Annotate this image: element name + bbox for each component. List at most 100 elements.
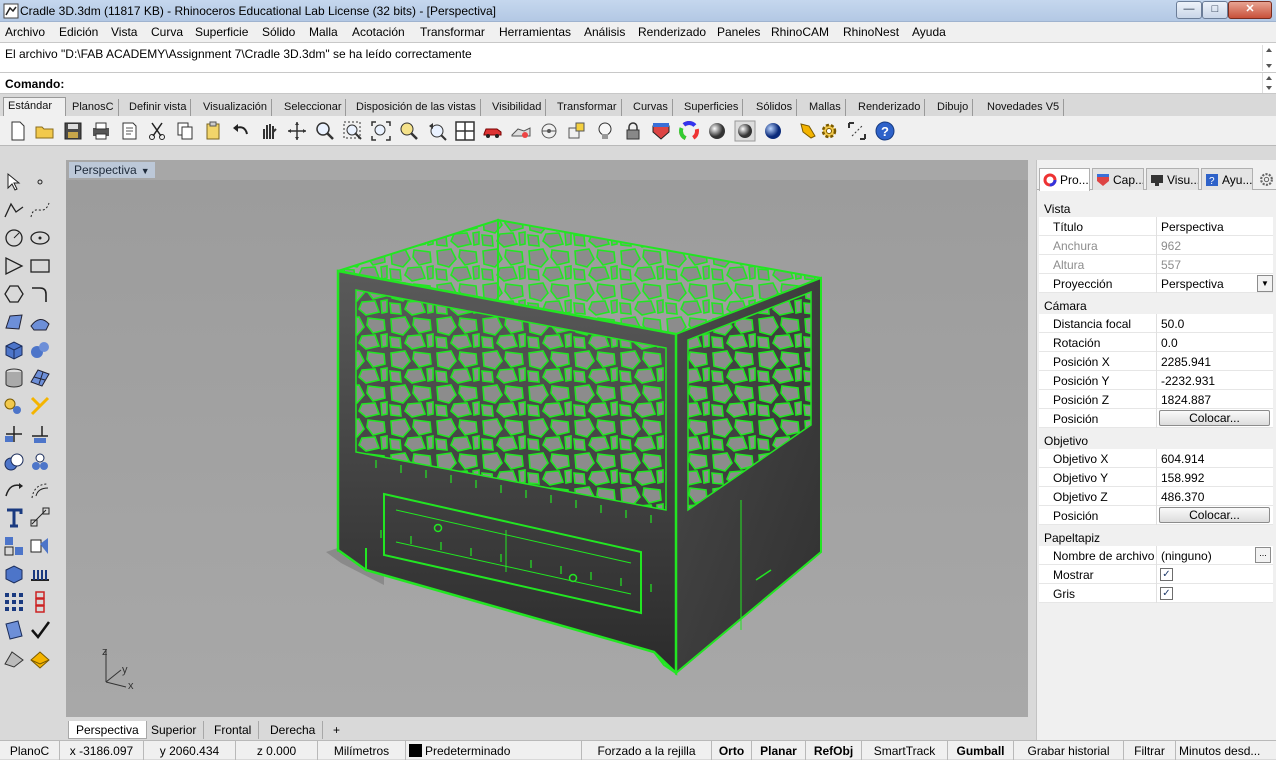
menu-acotacion[interactable]: Acotación	[352, 25, 405, 39]
objy-field[interactable]: 158.992	[1158, 468, 1273, 487]
open-folder-icon[interactable]	[34, 120, 56, 142]
material-sphere-icon[interactable]	[762, 120, 784, 142]
tab-planosc[interactable]: PlanosC	[68, 99, 119, 116]
car-icon[interactable]	[482, 120, 504, 142]
status-osnap[interactable]: RefObj	[806, 741, 862, 760]
cylinder-icon[interactable]	[2, 366, 26, 390]
fillet-icon[interactable]	[28, 282, 52, 306]
move-icon[interactable]	[2, 478, 26, 502]
ellipse-icon[interactable]	[28, 226, 52, 250]
tab-perspectiva[interactable]: Perspectiva	[68, 721, 147, 739]
tab-estandar[interactable]: Estándar	[3, 97, 66, 116]
boolean-split-icon[interactable]	[28, 450, 52, 474]
select-icon[interactable]	[538, 120, 560, 142]
cut-icon[interactable]	[146, 120, 168, 142]
layer-color-icon[interactable]	[650, 120, 672, 142]
status-units[interactable]: Milímetros	[318, 741, 406, 760]
polyline-icon[interactable]	[2, 198, 26, 222]
mesh-icon[interactable]	[28, 366, 52, 390]
cone-icon[interactable]	[2, 646, 26, 670]
properties-icon[interactable]	[118, 120, 140, 142]
status-cplane[interactable]: PlanoC	[0, 741, 60, 760]
tab-visualizacion[interactable]: Visualización	[199, 99, 273, 116]
tab-layers[interactable]: Cap...	[1092, 168, 1144, 190]
menu-transformar[interactable]: Transformar	[420, 25, 485, 39]
tab-seleccionar[interactable]: Seleccionar	[280, 99, 347, 116]
boolean-union-icon[interactable]	[2, 450, 26, 474]
proyeccion-dropdown-icon[interactable]: ▼	[1257, 275, 1273, 292]
rectangle-icon[interactable]	[28, 254, 52, 278]
explode-icon[interactable]	[2, 394, 26, 418]
status-smarttrack[interactable]: SmartTrack	[862, 741, 948, 760]
circle-icon[interactable]	[2, 226, 26, 250]
history-scrollbar[interactable]	[1262, 45, 1275, 71]
rotate-icon[interactable]	[28, 478, 52, 502]
menu-curva[interactable]: Curva	[151, 25, 183, 39]
box-icon[interactable]	[2, 338, 26, 362]
undo-view-icon[interactable]	[426, 120, 448, 142]
distancia-field[interactable]: 50.0	[1158, 314, 1273, 333]
pen-tool-icon[interactable]	[797, 120, 819, 142]
tab-superficies[interactable]: Superficies	[680, 99, 744, 116]
status-planar[interactable]: Planar	[752, 741, 806, 760]
zoom-extents-icon[interactable]	[370, 120, 392, 142]
array-icon[interactable]	[28, 562, 52, 586]
gris-checkbox[interactable]: ✓	[1160, 587, 1173, 600]
render-preview-icon[interactable]	[510, 120, 532, 142]
titulo-field[interactable]: Perspectiva	[1158, 217, 1273, 236]
analyze-icon[interactable]	[2, 618, 26, 642]
objz-field[interactable]: 486.370	[1158, 487, 1273, 506]
colocar-camera-button[interactable]: Colocar...	[1159, 410, 1270, 426]
minimize-button[interactable]: —	[1176, 1, 1202, 19]
snap-grid-icon[interactable]	[846, 120, 868, 142]
status-filter[interactable]: Filtrar	[1124, 741, 1176, 760]
undo-icon[interactable]	[230, 120, 252, 142]
menu-vista[interactable]: Vista	[111, 25, 137, 39]
command-scrollbar[interactable]	[1262, 73, 1275, 93]
point-icon[interactable]	[28, 170, 52, 194]
menu-renderizado[interactable]: Renderizado	[638, 25, 706, 39]
viewport-layout-icon[interactable]	[454, 120, 476, 142]
extend-icon[interactable]	[28, 422, 52, 446]
tab-solidos[interactable]: Sólidos	[752, 99, 798, 116]
colocar-target-button[interactable]: Colocar...	[1159, 507, 1270, 523]
add-viewport-tab[interactable]: +	[326, 721, 347, 739]
status-record-history[interactable]: Grabar historial	[1014, 741, 1124, 760]
close-button[interactable]: ✕	[1228, 1, 1272, 19]
posy-field[interactable]: -2232.931	[1158, 371, 1273, 390]
tab-renderizado[interactable]: Renderizado	[854, 99, 926, 116]
objx-field[interactable]: 604.914	[1158, 449, 1273, 468]
posz-field[interactable]: 1824.887	[1158, 390, 1273, 409]
menu-herramientas[interactable]: Herramientas	[499, 25, 571, 39]
osnap-icon[interactable]	[566, 120, 588, 142]
grid-array-icon[interactable]	[2, 590, 26, 614]
options-gear-icon[interactable]	[818, 120, 840, 142]
color-wheel-icon[interactable]	[678, 120, 700, 142]
trim-icon[interactable]	[2, 422, 26, 446]
polygon-icon[interactable]	[2, 282, 26, 306]
solid-box-icon[interactable]	[2, 562, 26, 586]
menu-analisis[interactable]: Análisis	[584, 25, 625, 39]
tab-dibujo[interactable]: Dibujo	[933, 99, 974, 116]
zoom-dynamic-icon[interactable]	[314, 120, 336, 142]
light-bulb-icon[interactable]	[594, 120, 616, 142]
tab-superior[interactable]: Superior	[144, 721, 205, 739]
perspective-viewport[interactable]: z y x	[66, 180, 1028, 717]
menu-malla[interactable]: Malla	[309, 25, 338, 39]
rotate-view-icon[interactable]	[286, 120, 308, 142]
menu-edicion[interactable]: Edición	[59, 25, 98, 39]
tab-frontal[interactable]: Frontal	[207, 721, 260, 739]
menu-superficie[interactable]: Superficie	[195, 25, 248, 39]
menu-rhinocam[interactable]: RhinoCAM	[771, 25, 829, 39]
surface-patch-icon[interactable]	[28, 310, 52, 334]
tab-derecha[interactable]: Derecha	[263, 721, 324, 739]
tab-novedades[interactable]: Novedades V5	[983, 99, 1065, 116]
select-arrow-icon[interactable]	[2, 170, 26, 194]
command-line[interactable]: Comando:	[0, 72, 1276, 94]
tab-transformar[interactable]: Transformar	[553, 99, 622, 116]
arc-icon[interactable]	[2, 254, 26, 278]
curve-cv-icon[interactable]	[28, 198, 52, 222]
stack-icon[interactable]	[28, 590, 52, 614]
new-file-icon[interactable]	[7, 120, 29, 142]
tab-mallas[interactable]: Mallas	[805, 99, 846, 116]
